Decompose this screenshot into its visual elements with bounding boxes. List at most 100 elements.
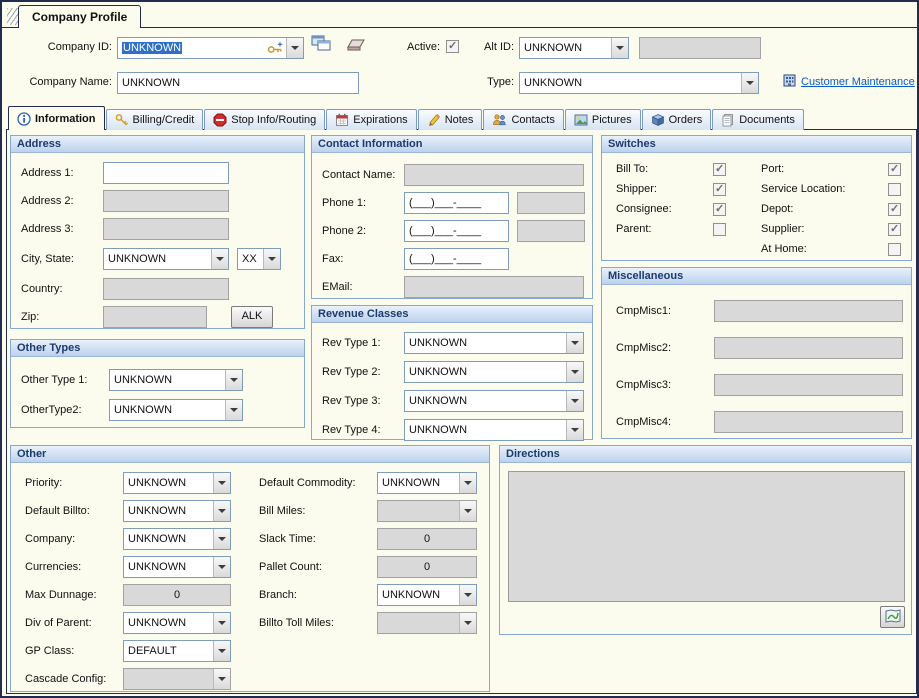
tab-billing-credit[interactable]: Billing/Credit: [106, 109, 204, 130]
state-dropdown-button[interactable]: [263, 249, 280, 269]
shipper-checkbox[interactable]: [713, 183, 726, 196]
bill-miles-dropdown-button[interactable]: [459, 501, 476, 521]
city-dropdown-button[interactable]: [211, 249, 228, 269]
other-type1-dropdown-button[interactable]: [225, 370, 242, 390]
phone2-ext-field[interactable]: [517, 220, 585, 242]
supplier-checkbox[interactable]: [888, 223, 901, 236]
gp-class-dropdown-button[interactable]: [213, 641, 230, 661]
priority-dropdown-button[interactable]: [213, 473, 230, 493]
rev-type2-combo[interactable]: UNKNOWN: [404, 361, 584, 383]
max-dunnage-field[interactable]: 0: [123, 584, 231, 606]
tab-contacts[interactable]: Contacts: [483, 109, 563, 130]
parent-checkbox[interactable]: [713, 223, 726, 236]
default-commodity-dropdown-button[interactable]: [459, 473, 476, 493]
other-type2-dropdown-button[interactable]: [225, 400, 242, 420]
cascade-config-label: Cascade Config:: [25, 673, 123, 685]
rev-type2-dropdown-button[interactable]: [566, 362, 583, 382]
tab-information[interactable]: Information: [8, 106, 105, 130]
window-title-tab[interactable]: Company Profile: [18, 5, 141, 28]
company-dropdown-button[interactable]: [213, 529, 230, 549]
clear-button[interactable]: [346, 38, 366, 56]
div-of-parent-dropdown-button[interactable]: [213, 613, 230, 633]
tab-orders[interactable]: Orders: [642, 109, 712, 130]
rev-type1-combo[interactable]: UNKNOWN: [404, 332, 584, 354]
cascade-config-combo[interactable]: [123, 668, 231, 690]
country-field[interactable]: [103, 278, 229, 300]
default-commodity-combo[interactable]: UNKNOWN: [377, 472, 477, 494]
consignee-checkbox[interactable]: [713, 203, 726, 216]
city-combo[interactable]: UNKNOWN: [103, 248, 229, 270]
cmpmisc2-field[interactable]: [714, 337, 903, 359]
alt-id-combo[interactable]: UNKNOWN: [519, 37, 629, 59]
rev-type3-combo[interactable]: UNKNOWN: [404, 390, 584, 412]
branch-dropdown-button[interactable]: [459, 585, 476, 605]
type-label: Type:: [472, 76, 514, 88]
phone2-field[interactable]: (___)___-____: [404, 220, 509, 242]
billto-toll-miles-combo[interactable]: [377, 612, 477, 634]
priority-combo[interactable]: UNKNOWN: [123, 472, 231, 494]
rev-type1-dropdown-button[interactable]: [566, 333, 583, 353]
state-combo[interactable]: XX: [237, 248, 281, 270]
directions-textarea[interactable]: [508, 471, 905, 602]
tab-pictures[interactable]: Pictures: [565, 109, 641, 130]
other-type2-combo[interactable]: UNKNOWN: [109, 399, 243, 421]
cmpmisc4-field[interactable]: [714, 411, 903, 433]
bill-to-checkbox[interactable]: [713, 163, 726, 176]
alt-id-dropdown-button[interactable]: [611, 38, 628, 58]
address3-field[interactable]: [103, 218, 229, 240]
cmpmisc3-field[interactable]: [714, 374, 903, 396]
rev-type3-dropdown-button[interactable]: [566, 391, 583, 411]
alt-id-aux-field[interactable]: [639, 37, 761, 59]
phone1-ext-field[interactable]: [517, 192, 585, 214]
customer-maintenance-link[interactable]: Customer Maintenance: [801, 76, 915, 88]
depot-checkbox[interactable]: [888, 203, 901, 216]
type-combo[interactable]: UNKNOWN: [519, 72, 759, 94]
type-value: UNKNOWN: [520, 73, 741, 93]
type-dropdown-button[interactable]: [741, 73, 758, 93]
pallet-count-field[interactable]: 0: [377, 556, 477, 578]
fax-field[interactable]: (___)___-____: [404, 248, 509, 270]
currencies-dropdown-button[interactable]: [213, 557, 230, 577]
directions-group-title: Directions: [500, 446, 911, 463]
other-type1-combo[interactable]: UNKNOWN: [109, 369, 243, 391]
contact-name-field[interactable]: [404, 164, 584, 186]
gp-class-combo[interactable]: DEFAULT: [123, 640, 231, 662]
branch-combo[interactable]: UNKNOWN: [377, 584, 477, 606]
rev-type3-label: Rev Type 3:: [322, 395, 404, 407]
div-of-parent-combo[interactable]: UNKNOWN: [123, 612, 231, 634]
tab-stop-info-routing[interactable]: Stop Info/Routing: [204, 109, 325, 130]
service-location-checkbox[interactable]: [888, 183, 901, 196]
tab-documents[interactable]: Documents: [712, 109, 804, 130]
tab-notes[interactable]: Notes: [418, 109, 483, 130]
rev-type4-combo[interactable]: UNKNOWN: [404, 419, 584, 441]
company-label: Company:: [25, 533, 123, 545]
address2-field[interactable]: [103, 190, 229, 212]
open-window-button[interactable]: [311, 35, 331, 55]
company-id-combo[interactable]: UNKNOWN: [117, 37, 304, 59]
chevron-down-icon: [218, 565, 226, 569]
slack-time-field[interactable]: 0: [377, 528, 477, 550]
currencies-combo[interactable]: UNKNOWN: [123, 556, 231, 578]
billto-toll-miles-dropdown-button[interactable]: [459, 613, 476, 633]
active-checkbox[interactable]: [446, 40, 459, 53]
company-id-value: UNKNOWN: [118, 38, 265, 58]
alk-button[interactable]: ALK: [231, 306, 273, 328]
cmpmisc1-field[interactable]: [714, 300, 903, 322]
default-billto-dropdown-button[interactable]: [213, 501, 230, 521]
at-home-checkbox[interactable]: [888, 243, 901, 256]
address1-field[interactable]: [103, 162, 229, 184]
cascade-config-dropdown-button[interactable]: [213, 669, 230, 689]
default-billto-combo[interactable]: UNKNOWN: [123, 500, 231, 522]
company-name-field[interactable]: UNKNOWN: [117, 72, 359, 94]
directions-map-button[interactable]: [880, 606, 905, 628]
miscellaneous-group: Miscellaneous CmpMisc1: CmpMisc2: CmpMis…: [601, 267, 912, 439]
email-field[interactable]: [404, 276, 584, 298]
port-checkbox[interactable]: [888, 163, 901, 176]
tab-expirations[interactable]: Expirations: [326, 109, 416, 130]
zip-field[interactable]: [103, 306, 207, 328]
company-id-dropdown-button[interactable]: [286, 38, 303, 58]
rev-type4-dropdown-button[interactable]: [566, 420, 583, 440]
company-combo[interactable]: UNKNOWN: [123, 528, 231, 550]
phone1-field[interactable]: (___)___-____: [404, 192, 509, 214]
bill-miles-combo[interactable]: [377, 500, 477, 522]
